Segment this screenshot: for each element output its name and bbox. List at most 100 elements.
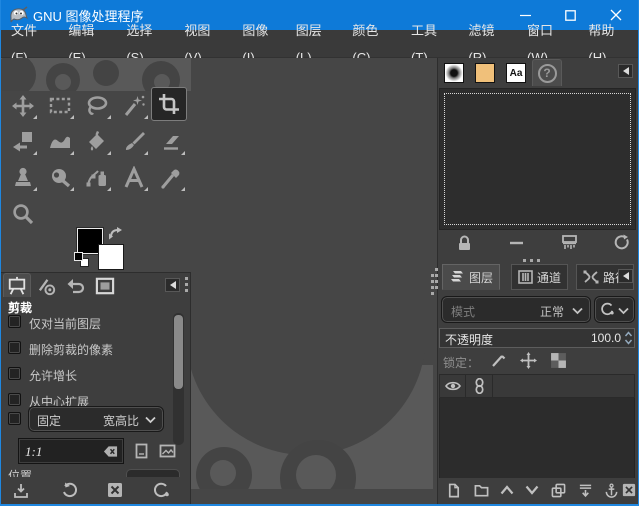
link-column-toggle[interactable] bbox=[467, 375, 493, 397]
document-history-list[interactable] bbox=[439, 88, 636, 230]
new-layer-group-button[interactable] bbox=[474, 483, 489, 498]
checkbox-allow-growing[interactable] bbox=[8, 367, 21, 380]
restore-tool-preset-button[interactable] bbox=[61, 482, 78, 499]
rectangle-select-tool[interactable] bbox=[41, 88, 78, 123]
checkbox-fixed[interactable] bbox=[8, 412, 21, 425]
lower-layer-button[interactable] bbox=[525, 485, 539, 495]
reset-tool-options-button[interactable] bbox=[153, 482, 170, 499]
tab-patterns[interactable] bbox=[472, 61, 498, 85]
tab-document-history[interactable]: ? bbox=[532, 59, 562, 86]
tab-layers[interactable]: 图层 bbox=[442, 264, 500, 290]
unified-transform-tool[interactable] bbox=[4, 124, 41, 159]
eraser-tool[interactable] bbox=[152, 124, 189, 159]
smudge-tool[interactable] bbox=[41, 160, 78, 195]
checkbox-delete-cropped-pixels[interactable] bbox=[8, 341, 21, 354]
mode-value: 正常 bbox=[540, 303, 564, 320]
chevron-left-icon bbox=[623, 272, 629, 280]
question-mark-icon: ? bbox=[538, 64, 557, 83]
link-chain-icon bbox=[474, 378, 485, 394]
focus-dotted-border bbox=[444, 93, 631, 225]
background-color-swatch[interactable] bbox=[98, 244, 124, 270]
delete-tool-preset-button[interactable] bbox=[107, 482, 123, 498]
layers-dock-handle[interactable] bbox=[435, 268, 438, 289]
raise-layer-button[interactable] bbox=[500, 485, 514, 495]
checkbox-expand-from-center[interactable] bbox=[8, 393, 21, 406]
new-layer-button[interactable] bbox=[446, 483, 461, 498]
paintbrush-tool[interactable] bbox=[115, 124, 152, 159]
tool-options-dock: 剪裁 仅对当前图层 删除剪裁的像素 允许增长 从中心扩展 固定 宽高比 1:1 bbox=[1, 272, 191, 504]
duplicate-layer-button[interactable] bbox=[551, 483, 566, 498]
tab-tool-options[interactable] bbox=[3, 273, 31, 297]
tab-brushes[interactable] bbox=[441, 61, 467, 85]
visibility-column-toggle[interactable] bbox=[440, 375, 466, 397]
tool-options-title: 剪裁 bbox=[8, 299, 32, 316]
aspect-ratio-value: 1:1 bbox=[25, 444, 42, 460]
landscape-icon bbox=[159, 444, 176, 458]
open-entry-button[interactable] bbox=[456, 235, 473, 252]
mode-reset-icon bbox=[600, 302, 615, 317]
chevron-down-icon bbox=[145, 416, 156, 424]
dock-drag-handle-right[interactable] bbox=[431, 274, 434, 295]
crop-tool[interactable] bbox=[151, 87, 187, 121]
save-tool-preset-button[interactable] bbox=[13, 483, 29, 499]
color-picker-tool[interactable] bbox=[152, 160, 189, 195]
bucket-fill-tool[interactable] bbox=[78, 124, 115, 159]
lock-label: 锁定： bbox=[443, 354, 479, 371]
tab-channels-label: 通道 bbox=[537, 269, 561, 286]
mode-group-switch[interactable] bbox=[594, 296, 635, 323]
tab-fonts[interactable]: Aa bbox=[503, 61, 529, 85]
free-select-tool[interactable] bbox=[78, 88, 115, 123]
tool-options-tab-handle[interactable] bbox=[185, 277, 188, 292]
tab-images[interactable] bbox=[91, 274, 118, 298]
fixed-value: 宽高比 bbox=[103, 412, 139, 429]
text-tool[interactable] bbox=[115, 160, 152, 195]
clear-input-icon[interactable] bbox=[103, 445, 118, 458]
paths-icon bbox=[583, 270, 599, 284]
option-label-current-layer-only: 仅对当前图层 bbox=[29, 315, 101, 332]
lock-alpha-button[interactable] bbox=[550, 352, 567, 369]
warp-transform-tool[interactable] bbox=[41, 124, 78, 159]
portrait-orientation-button[interactable] bbox=[132, 441, 150, 461]
zoom-tool[interactable] bbox=[4, 196, 41, 231]
opacity-spinner[interactable] bbox=[624, 330, 633, 346]
ink-tool[interactable] bbox=[78, 160, 115, 195]
refresh-previews-button[interactable] bbox=[613, 234, 630, 251]
aspect-ratio-input[interactable]: 1:1 bbox=[18, 438, 124, 464]
chevron-down-icon bbox=[618, 307, 629, 315]
default-colors-icon-fg[interactable] bbox=[74, 252, 83, 261]
checkbox-current-layer-only[interactable] bbox=[8, 315, 21, 328]
scrollbar-thumb[interactable] bbox=[174, 315, 183, 389]
tab-device-status[interactable] bbox=[33, 274, 60, 298]
tool-options-footer bbox=[1, 477, 190, 505]
mode-label: 模式 bbox=[451, 303, 475, 320]
layers-dock-menu-button[interactable] bbox=[618, 269, 633, 283]
opacity-slider[interactable]: 不透明度 100.0 bbox=[439, 328, 635, 348]
brushes-icon bbox=[444, 63, 464, 83]
fuzzy-select-tool[interactable] bbox=[115, 88, 152, 123]
clone-tool[interactable] bbox=[4, 160, 41, 195]
tool-options-scrollbar[interactable] bbox=[173, 313, 184, 445]
dock-splitter[interactable] bbox=[523, 259, 540, 262]
upper-dock-menu-button[interactable] bbox=[618, 64, 633, 78]
tool-options-menu-button[interactable] bbox=[165, 278, 180, 292]
remove-entry-button[interactable] bbox=[509, 240, 524, 246]
tab-undo-history[interactable] bbox=[62, 274, 89, 298]
channels-icon bbox=[518, 270, 533, 284]
tool-options-icon bbox=[7, 276, 27, 296]
fixed-dropdown[interactable]: 固定 宽高比 bbox=[28, 406, 164, 432]
position-label: 位置 bbox=[8, 469, 32, 477]
layer-mode-dropdown[interactable]: 模式 正常 bbox=[441, 296, 591, 323]
swap-colors-icon[interactable] bbox=[108, 226, 123, 241]
merge-down-button[interactable] bbox=[578, 483, 593, 498]
move-tool[interactable] bbox=[4, 88, 41, 123]
delete-layer-button[interactable] bbox=[622, 483, 636, 497]
lock-position-button[interactable] bbox=[520, 352, 537, 369]
opacity-label: 不透明度 bbox=[445, 331, 493, 348]
wilber-watermark-bottom bbox=[191, 353, 433, 504]
lock-pixels-button[interactable] bbox=[490, 352, 507, 369]
layers-list[interactable] bbox=[439, 398, 635, 478]
clear-history-button[interactable] bbox=[561, 234, 578, 251]
anchor-layer-button[interactable] bbox=[604, 483, 619, 498]
option-label-delete-cropped-pixels: 删除剪裁的像素 bbox=[29, 341, 113, 358]
tab-channels[interactable]: 通道 bbox=[511, 264, 568, 290]
